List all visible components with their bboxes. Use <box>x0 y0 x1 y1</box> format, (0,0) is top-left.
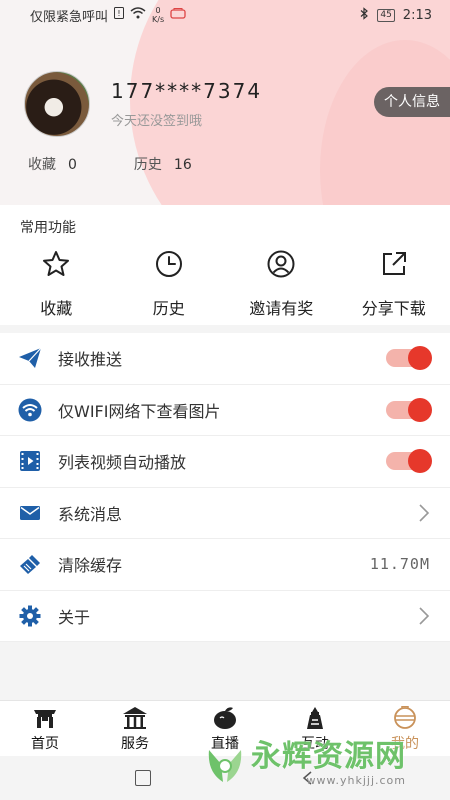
vpn-icon <box>170 7 186 23</box>
nav-service[interactable]: 服务 <box>90 701 180 756</box>
battery-indicator: 45 <box>377 8 395 22</box>
setting-label: 系统消息 <box>58 504 123 524</box>
stat-value: 16 <box>173 157 192 173</box>
function-label: 分享下载 <box>361 299 426 318</box>
stat-favorites[interactable]: 收藏 0 <box>28 154 122 174</box>
mail-icon <box>18 501 42 525</box>
watermark-logo <box>208 749 242 782</box>
profile-stats: 收藏 0 历史 16 <box>28 154 237 174</box>
chevron-right-icon <box>419 607 430 625</box>
personal-info-button[interactable]: 个人信息 <box>374 87 450 117</box>
profile-lantern-icon <box>394 706 416 729</box>
setting-messages[interactable]: 系统消息 <box>0 488 450 539</box>
function-share[interactable]: 分享下载 <box>338 249 450 319</box>
stat-history[interactable]: 历史 16 <box>134 154 237 174</box>
chevron-right-icon <box>419 504 430 522</box>
home-gate-icon <box>34 710 56 728</box>
nav-label: 首页 <box>31 736 59 752</box>
setting-clear-cache[interactable]: 清除缓存 11.70M <box>0 539 450 591</box>
watermark-text: 永辉资源网 www.yhkjjj.com <box>251 739 406 788</box>
watermark-url: www.yhkjjj.com <box>306 774 406 787</box>
svg-text:!: ! <box>117 9 120 18</box>
broom-icon <box>18 552 42 576</box>
wifi-images-toggle[interactable] <box>386 397 432 422</box>
bluetooth-icon <box>359 6 369 24</box>
function-label: 邀请有奖 <box>249 299 314 318</box>
watermark: 永辉资源网 www.yhkjjj.com <box>203 740 406 787</box>
net-speed-value: 0 <box>155 6 161 15</box>
star-icon <box>43 251 70 276</box>
setting-label: 列表视频自动播放 <box>58 453 187 473</box>
clock-time: 2:13 <box>402 7 432 23</box>
clock-icon <box>155 251 182 277</box>
function-favorites[interactable]: 收藏 <box>0 249 113 319</box>
function-history[interactable]: 历史 <box>113 249 226 319</box>
pavilion-icon <box>123 707 147 729</box>
stat-label: 收藏 <box>28 157 56 173</box>
stat-value: 0 <box>68 157 77 173</box>
user-icon <box>267 250 295 278</box>
watermark-brand: 永辉资源网 <box>251 739 406 774</box>
nav-label: 服务 <box>121 736 149 752</box>
setting-about[interactable]: 关于 <box>0 591 450 642</box>
function-label: 历史 <box>152 299 185 318</box>
user-phone: 177****7374 <box>111 79 263 103</box>
setting-wifi-images[interactable]: 仅WIFI网络下查看图片 <box>0 385 450 436</box>
film-icon <box>18 449 42 473</box>
setting-label: 关于 <box>58 607 91 627</box>
wifi-status-icon <box>130 7 146 23</box>
setting-label: 清除缓存 <box>58 556 123 576</box>
status-left: 仅限紧急呼叫 ! 0 K/s <box>30 6 186 25</box>
avatar[interactable] <box>24 71 90 137</box>
share-icon <box>382 252 406 275</box>
setting-push[interactable]: 接收推送 <box>0 333 450 385</box>
setting-autoplay[interactable]: 列表视频自动播放 <box>0 436 450 488</box>
net-speed: 0 K/s <box>152 6 164 24</box>
function-row: 收藏 历史 邀请有奖 分享下载 <box>0 249 450 319</box>
gear-icon <box>18 604 42 628</box>
recents-button[interactable] <box>135 770 151 786</box>
paper-plane-icon <box>18 346 42 370</box>
nav-home[interactable]: 首页 <box>0 701 90 756</box>
carrier-text: 仅限紧急呼叫 <box>30 9 109 25</box>
status-right: 45 2:13 <box>359 6 432 24</box>
wifi-icon <box>18 398 42 422</box>
net-speed-unit: K/s <box>152 15 165 24</box>
sim-alert-icon: ! <box>114 7 125 23</box>
tower-icon <box>307 707 323 729</box>
fruit-icon <box>214 707 236 729</box>
function-label: 收藏 <box>40 299 73 318</box>
settings-list: 接收推送 仅WIFI网络下查看图片 列表视频自动播放 系统消息 清除缓存 11.… <box>0 333 450 642</box>
section-title: 常用功能 <box>20 220 76 236</box>
status-bar: 仅限紧急呼叫 ! 0 K/s 45 2:13 <box>0 0 450 30</box>
common-functions: 常用功能 收藏 历史 邀请有奖 分享下载 <box>0 205 450 325</box>
autoplay-toggle[interactable] <box>386 449 432 474</box>
signin-hint[interactable]: 今天还没签到哦 <box>111 110 202 129</box>
setting-label: 仅WIFI网络下查看图片 <box>58 401 221 421</box>
stat-label: 历史 <box>133 157 162 173</box>
function-invite[interactable]: 邀请有奖 <box>225 249 338 319</box>
setting-label: 接收推送 <box>58 350 123 370</box>
push-toggle[interactable] <box>386 346 432 371</box>
cache-size: 11.70M <box>369 555 430 574</box>
